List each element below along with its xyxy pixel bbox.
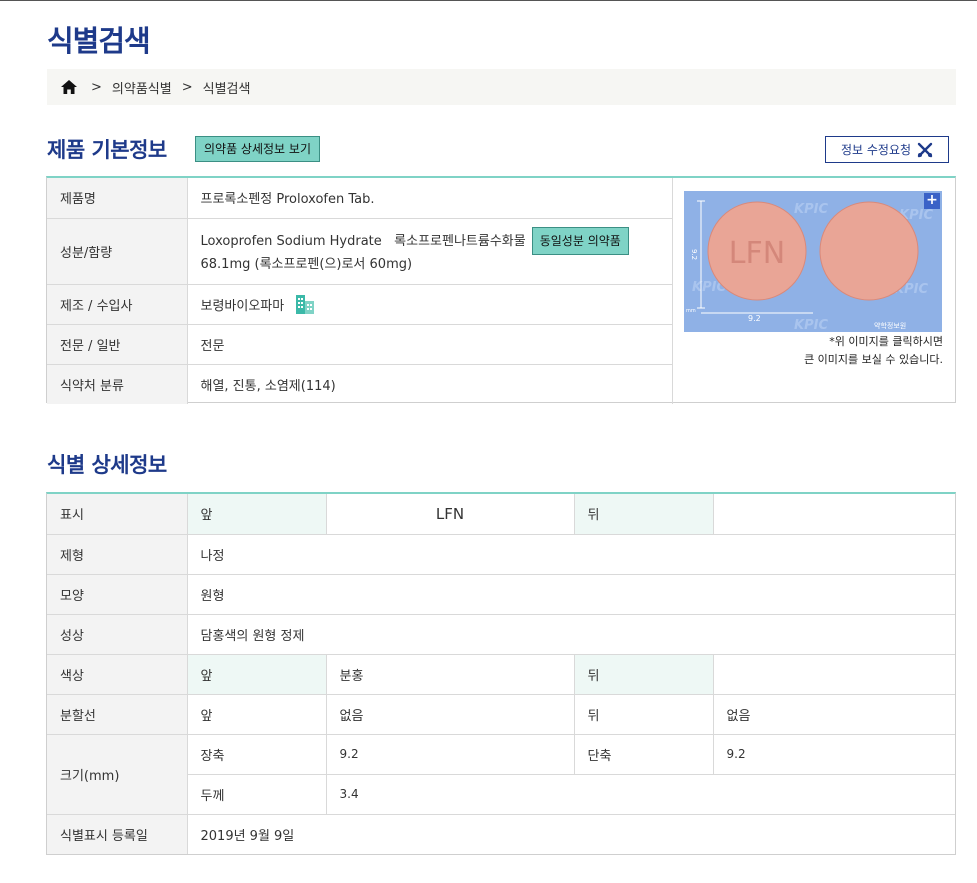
table-row: 성분/함량 Loxoprofen Sodium Hydrate 록소프로펜나트륨… <box>47 218 673 285</box>
breadcrumb: > 의약품식별 > 식별검색 <box>47 69 956 105</box>
rx-type-value: 전문 <box>187 324 673 365</box>
ingredient-value: Loxoprofen Sodium Hydrate 록소프로펜나트륨수화물 동일성… <box>187 218 673 285</box>
maker-label: 제조 / 수입사 <box>47 284 188 325</box>
table-row: 제조 / 수입사 보령바이오파마 <box>47 284 673 325</box>
page-title: 식별검색 <box>47 24 151 58</box>
same-ingredient-button[interactable]: 동일성분 의약품 <box>531 227 629 255</box>
table-row: 분할선 앞 없음 뒤 없음 <box>47 694 955 735</box>
score-line-label: 분할선 <box>47 694 188 735</box>
image-caption-line: *위 이미지를 클릭하시면 <box>829 335 943 348</box>
table-row: 식별표시 등록일 2019년 9월 9일 <box>47 814 955 854</box>
shape-value: 원형 <box>187 574 955 615</box>
table-row: 모양 원형 <box>47 574 955 615</box>
table-row: 제형 나정 <box>47 534 955 575</box>
image-caption-line: 큰 이미지를 보실 수 있습니다. <box>804 353 943 366</box>
watermark-text: KPIC <box>794 202 828 217</box>
imprint-front-value: LFN <box>326 494 575 535</box>
back-label: 뒤 <box>574 654 714 695</box>
color-label: 색상 <box>47 654 188 695</box>
back-label: 뒤 <box>574 494 714 535</box>
form-value: 나정 <box>187 534 955 575</box>
dimension-vertical: 9.2 <box>690 249 698 260</box>
edit-request-label: 정보 수정요청 <box>840 143 912 157</box>
edit-request-button[interactable]: 정보 수정요청 <box>825 136 949 163</box>
appearance-value: 담홍색의 원형 정제 <box>187 614 955 655</box>
score-back-value: 없음 <box>713 694 955 735</box>
registration-date-label: 식별표시 등록일 <box>47 814 188 854</box>
front-label: 앞 <box>187 494 327 535</box>
thickness-label: 두께 <box>187 774 327 815</box>
long-axis-value: 9.2 <box>326 734 575 775</box>
long-axis-label: 장축 <box>187 734 327 775</box>
tools-icon <box>917 142 933 157</box>
table-row: 색상 앞 분홍 뒤 <box>47 654 955 695</box>
drug-detail-button[interactable]: 의약품 상세정보 보기 <box>195 136 320 162</box>
form-label: 제형 <box>47 534 188 575</box>
table-row: 크기(mm) 장축 9.2 단축 9.2 <box>47 734 955 815</box>
appearance-label: 성상 <box>47 614 188 655</box>
ingredient-name: Loxoprofen Sodium Hydrate 록소프로펜나트륨수화물 <box>200 234 526 249</box>
front-label: 앞 <box>187 694 327 735</box>
thickness-value: 3.4 <box>326 774 955 815</box>
pill-image[interactable]: KPIC KPIC KPIC KPIC KPIC 9.2 9.2 mm LFN <box>684 191 942 332</box>
color-front-value: 분홍 <box>326 654 575 695</box>
classification-label: 식약처 분류 <box>47 364 188 404</box>
detail-info-table: 표시 앞 LFN 뒤 제형 나정 모양 원형 성상 담홍색의 원형 정제 색상 … <box>47 494 955 854</box>
front-label: 앞 <box>187 654 327 695</box>
basic-info-title: 제품 기본정보 <box>47 138 167 162</box>
breadcrumb-item-search[interactable]: 식별검색 <box>203 78 251 97</box>
short-axis-label: 단축 <box>574 734 714 775</box>
building-icon[interactable] <box>294 294 316 314</box>
detail-info-title: 식별 상세정보 <box>47 453 167 477</box>
watermark-text: KPIC <box>794 318 828 332</box>
zoom-plus-icon[interactable]: + <box>924 193 940 209</box>
ingredient-amount: 68.1mg (록소프로펜(으)로서 60mg) <box>200 257 413 272</box>
table-row: 표시 앞 LFN 뒤 <box>47 494 955 535</box>
pill-image-cell: KPIC KPIC KPIC KPIC KPIC 9.2 9.2 mm LFN <box>673 178 955 403</box>
table-row: 식약처 분류 해열, 진통, 소염제(114) <box>47 364 673 404</box>
shape-label: 모양 <box>47 574 188 615</box>
chevron-right-icon: > <box>181 79 193 95</box>
maker-value: 보령바이오파마 <box>187 284 673 325</box>
top-border <box>0 0 977 1</box>
basic-info-panel: 제품명 프로록소펜정 Proloxofen Tab. 성분/함량 Loxopro… <box>46 176 956 404</box>
size-label: 크기(mm) <box>47 734 188 815</box>
color-back-value <box>713 654 955 695</box>
source-logo-text: 약학정보원 <box>874 321 906 330</box>
back-label: 뒤 <box>574 694 714 735</box>
classification-value: 해열, 진통, 소염제(114) <box>187 364 673 404</box>
basic-info-table: 제품명 프로록소펜정 Proloxofen Tab. 성분/함량 Loxopro… <box>47 178 673 404</box>
product-name-label: 제품명 <box>47 178 188 219</box>
pill-imprint: LFN <box>729 236 785 271</box>
registration-date-value: 2019년 9월 9일 <box>200 828 295 844</box>
breadcrumb-item-identify[interactable]: 의약품식별 <box>112 78 172 97</box>
image-caption: *위 이미지를 클릭하시면 큰 이미지를 보실 수 있습니다. <box>804 333 943 369</box>
maker-name: 보령바이오파마 <box>200 299 285 314</box>
imprint-label: 표시 <box>47 494 188 535</box>
product-name-value: 프로록소펜정 Proloxofen Tab. <box>187 178 673 219</box>
table-row: 성상 담홍색의 원형 정제 <box>47 614 955 655</box>
short-axis-value: 9.2 <box>713 734 955 775</box>
rx-type-label: 전문 / 일반 <box>47 324 188 365</box>
detail-info-panel: 표시 앞 LFN 뒤 제형 나정 모양 원형 성상 담홍색의 원형 정제 색상 … <box>46 492 956 855</box>
dimension-unit: mm <box>686 308 696 314</box>
chevron-right-icon: > <box>91 79 102 95</box>
home-icon[interactable] <box>61 80 77 94</box>
table-row: 제품명 프로록소펜정 Proloxofen Tab. <box>47 178 673 219</box>
ingredient-label: 성분/함량 <box>47 218 188 285</box>
imprint-back-value <box>713 494 955 535</box>
score-front-value: 없음 <box>326 694 575 735</box>
table-row: 전문 / 일반 전문 <box>47 324 673 365</box>
dimension-horizontal: 9.2 <box>748 314 761 323</box>
